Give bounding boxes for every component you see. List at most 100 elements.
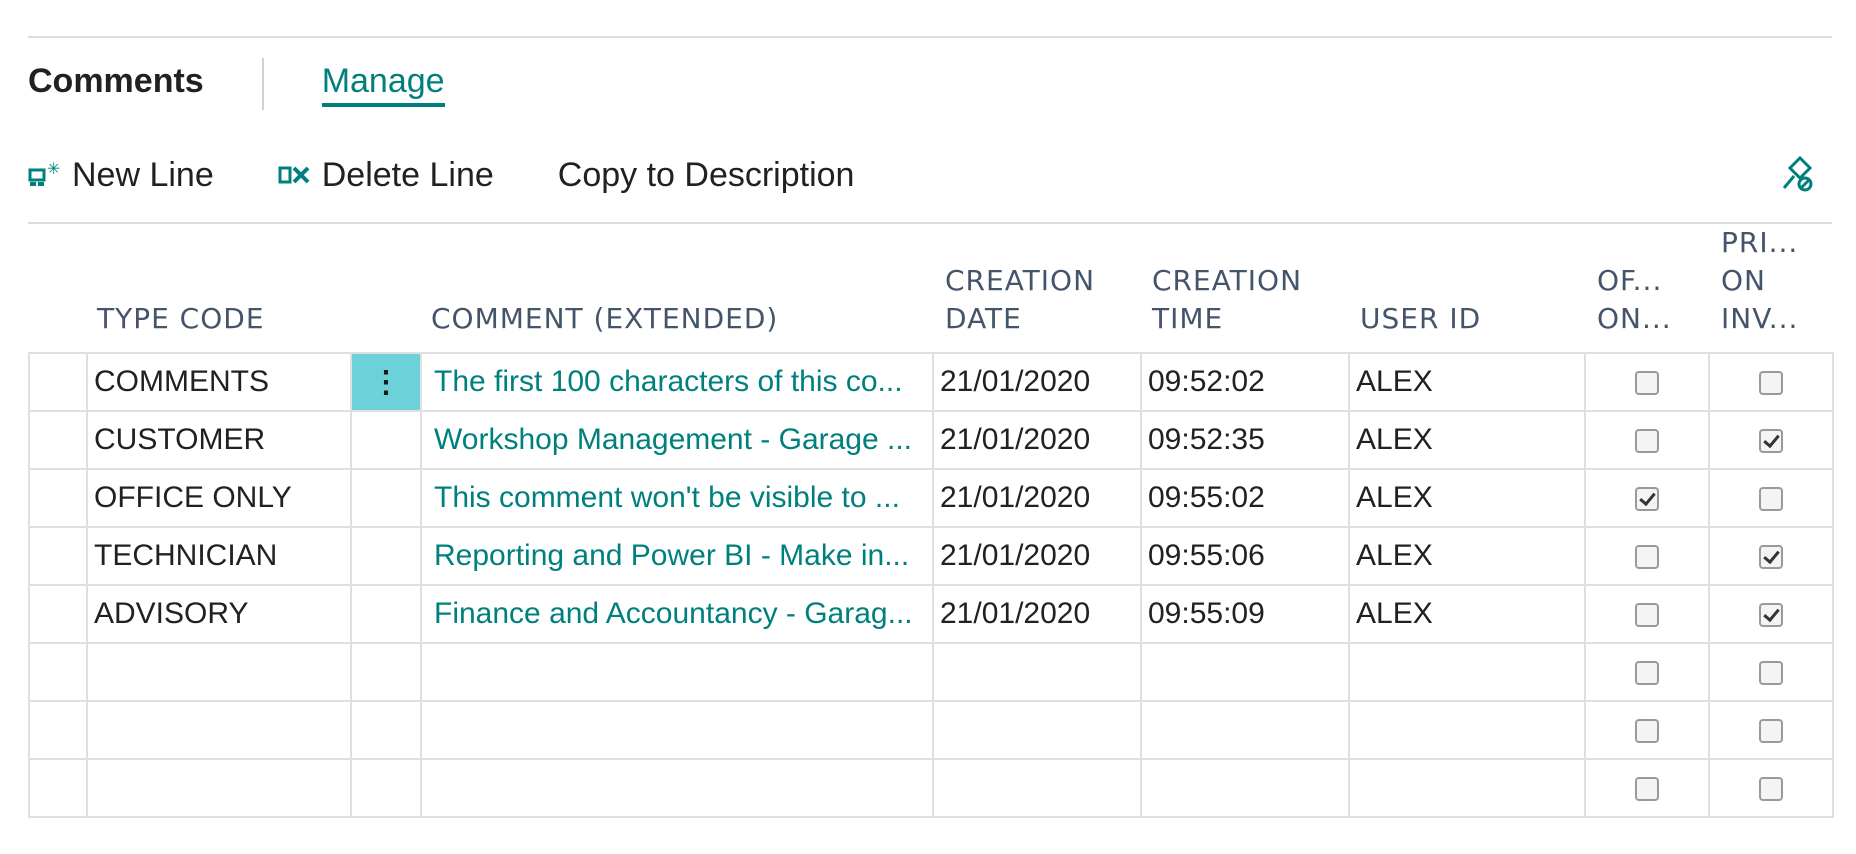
comment-link[interactable]: The first 100 characters of this co... xyxy=(420,352,934,412)
col-user-id-header[interactable]: USER ID xyxy=(1360,300,1481,338)
print-on-invoice-checkbox-cell[interactable] xyxy=(1708,468,1834,528)
row-menu-button[interactable] xyxy=(350,410,422,470)
print-on-invoice-checkbox-cell[interactable] xyxy=(1708,700,1834,760)
type-code-cell[interactable] xyxy=(86,758,352,818)
comment-link[interactable]: Workshop Management - Garage ... xyxy=(420,410,934,470)
print-on-invoice-checkbox-cell[interactable] xyxy=(1708,526,1834,586)
office-only-checkbox-cell[interactable] xyxy=(1584,584,1710,644)
row-selector[interactable] xyxy=(28,700,88,760)
creation-time-cell[interactable] xyxy=(1140,642,1350,702)
table-row[interactable]: TECHNICIAN Reporting and Power BI - Make … xyxy=(28,526,1834,586)
row-menu-button[interactable] xyxy=(350,526,422,586)
row-selector[interactable] xyxy=(28,468,88,528)
office-only-checkbox-cell[interactable] xyxy=(1584,758,1710,818)
office-only-checkbox[interactable] xyxy=(1635,371,1659,396)
print-on-invoice-checkbox-cell[interactable] xyxy=(1708,410,1834,470)
office-only-checkbox[interactable] xyxy=(1635,429,1659,454)
creation-time-cell[interactable] xyxy=(1140,700,1350,760)
type-code-cell[interactable] xyxy=(86,642,352,702)
row-menu-button[interactable] xyxy=(350,700,422,760)
print-on-invoice-checkbox-cell[interactable] xyxy=(1708,584,1834,644)
creation-time-cell[interactable]: 09:52:35 xyxy=(1140,410,1350,470)
row-menu-button[interactable] xyxy=(350,642,422,702)
creation-time-cell[interactable]: 09:52:02 xyxy=(1140,352,1350,412)
row-selector[interactable] xyxy=(28,584,88,644)
empty-table-row[interactable] xyxy=(28,758,1834,818)
table-row[interactable]: ADVISORY Finance and Accountancy - Garag.… xyxy=(28,584,1834,644)
type-code-cell[interactable]: CUSTOMER xyxy=(86,410,352,470)
print-on-invoice-checkbox[interactable] xyxy=(1759,719,1783,744)
office-only-checkbox-cell[interactable] xyxy=(1584,468,1710,528)
comment-cell[interactable] xyxy=(420,758,934,818)
row-menu-button[interactable] xyxy=(350,758,422,818)
col-office-only-header[interactable]: OF... ON... xyxy=(1597,262,1672,338)
comment-link[interactable]: Reporting and Power BI - Make in... xyxy=(420,526,934,586)
creation-time-cell[interactable] xyxy=(1140,758,1350,818)
user-id-cell[interactable]: ALEX xyxy=(1348,468,1586,528)
type-code-cell[interactable]: COMMENTS xyxy=(86,352,352,412)
user-id-cell[interactable]: ALEX xyxy=(1348,526,1586,586)
creation-time-cell[interactable]: 09:55:02 xyxy=(1140,468,1350,528)
col-creation-time-header[interactable]: CREATION TIME xyxy=(1152,262,1302,338)
col-creation-date-header[interactable]: CREATION DATE xyxy=(945,262,1095,338)
table-row[interactable]: COMMENTS ⋮ The first 100 characters of thi… xyxy=(28,352,1834,412)
type-code-cell[interactable]: OFFICE ONLY xyxy=(86,468,352,528)
office-only-checkbox[interactable] xyxy=(1635,487,1659,512)
new-line-button[interactable]: ✳ New Line xyxy=(28,156,214,195)
creation-time-cell[interactable]: 09:55:09 xyxy=(1140,584,1350,644)
row-selector[interactable] xyxy=(28,526,88,586)
creation-time-cell[interactable]: 09:55:06 xyxy=(1140,526,1350,586)
print-on-invoice-checkbox[interactable] xyxy=(1759,661,1783,686)
row-menu-button[interactable]: ⋮ xyxy=(350,352,422,412)
row-menu-button[interactable] xyxy=(350,468,422,528)
office-only-checkbox[interactable] xyxy=(1635,661,1659,686)
row-selector[interactable] xyxy=(28,758,88,818)
col-type-code-header[interactable]: TYPE CODE xyxy=(97,300,265,338)
creation-date-cell[interactable]: 21/01/2020 xyxy=(932,352,1142,412)
creation-date-cell[interactable] xyxy=(932,642,1142,702)
creation-date-cell[interactable] xyxy=(932,758,1142,818)
print-on-invoice-checkbox[interactable] xyxy=(1759,371,1783,396)
creation-date-cell[interactable]: 21/01/2020 xyxy=(932,526,1142,586)
copy-to-description-button[interactable]: Copy to Description xyxy=(558,156,855,195)
office-only-checkbox[interactable] xyxy=(1635,777,1659,802)
office-only-checkbox-cell[interactable] xyxy=(1584,410,1710,470)
print-on-invoice-checkbox[interactable] xyxy=(1759,603,1783,628)
user-id-cell[interactable] xyxy=(1348,758,1586,818)
print-on-invoice-checkbox-cell[interactable] xyxy=(1708,642,1834,702)
office-only-checkbox-cell[interactable] xyxy=(1584,526,1710,586)
delete-line-button[interactable]: Delete Line xyxy=(278,156,494,195)
office-only-checkbox-cell[interactable] xyxy=(1584,642,1710,702)
user-id-cell[interactable]: ALEX xyxy=(1348,410,1586,470)
user-id-cell[interactable]: ALEX xyxy=(1348,352,1586,412)
tab-comments[interactable]: Comments xyxy=(28,58,204,101)
tab-manage[interactable]: Manage xyxy=(321,58,445,107)
office-only-checkbox[interactable] xyxy=(1635,603,1659,628)
print-on-invoice-checkbox-cell[interactable] xyxy=(1708,352,1834,412)
print-on-invoice-checkbox-cell[interactable] xyxy=(1708,758,1834,818)
office-only-checkbox[interactable] xyxy=(1635,545,1659,570)
col-print-on-invoice-header[interactable]: PRI... ON INV... xyxy=(1721,224,1798,338)
type-code-cell[interactable]: ADVISORY xyxy=(86,584,352,644)
pin-icon[interactable] xyxy=(1778,154,1814,198)
creation-date-cell[interactable]: 21/01/2020 xyxy=(932,410,1142,470)
empty-table-row[interactable] xyxy=(28,700,1834,760)
comment-cell[interactable] xyxy=(420,642,934,702)
print-on-invoice-checkbox[interactable] xyxy=(1759,777,1783,802)
office-only-checkbox-cell[interactable] xyxy=(1584,700,1710,760)
creation-date-cell[interactable]: 21/01/2020 xyxy=(932,584,1142,644)
type-code-cell[interactable] xyxy=(86,700,352,760)
print-on-invoice-checkbox[interactable] xyxy=(1759,429,1783,454)
comment-link[interactable]: This comment won't be visible to ... xyxy=(420,468,934,528)
row-selector[interactable] xyxy=(28,410,88,470)
row-selector[interactable] xyxy=(28,642,88,702)
user-id-cell[interactable]: ALEX xyxy=(1348,584,1586,644)
creation-date-cell[interactable] xyxy=(932,700,1142,760)
comment-link[interactable]: Finance and Accountancy - Garag... xyxy=(420,584,934,644)
user-id-cell[interactable] xyxy=(1348,642,1586,702)
print-on-invoice-checkbox[interactable] xyxy=(1759,545,1783,570)
table-row[interactable]: CUSTOMER Workshop Management - Garage ...… xyxy=(28,410,1834,470)
comment-cell[interactable] xyxy=(420,700,934,760)
row-menu-button[interactable] xyxy=(350,584,422,644)
empty-table-row[interactable] xyxy=(28,642,1834,702)
